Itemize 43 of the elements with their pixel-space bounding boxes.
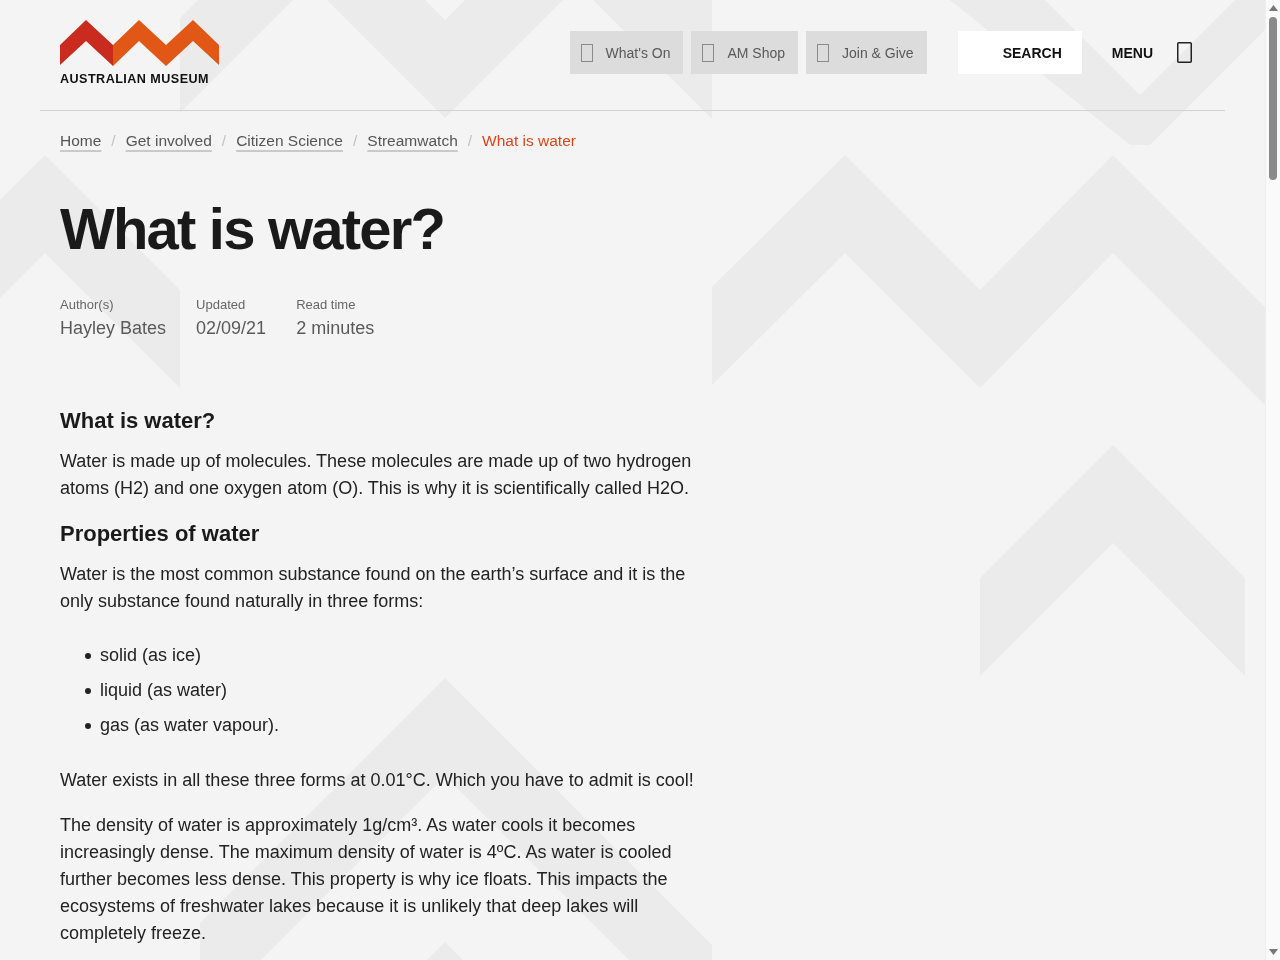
- list-item-text: gas (as water vapour).: [100, 714, 280, 737]
- bullet-icon: [85, 687, 91, 694]
- menu-button[interactable]: MENU: [1081, 31, 1192, 74]
- breadcrumb-link[interactable]: Get involved: [125, 129, 212, 153]
- breadcrumb-separator: /: [111, 131, 116, 151]
- breadcrumb-link[interactable]: Streamwatch: [367, 129, 458, 153]
- square-outline-icon: [817, 43, 830, 62]
- meta-value: Hayley Bates: [60, 317, 167, 340]
- breadcrumb-link[interactable]: Citizen Science: [236, 129, 343, 153]
- scrollbar[interactable]: [1265, 0, 1280, 960]
- meta-value: 2 minutes: [296, 317, 375, 340]
- body-paragraph: The density of water is approximately 1g/cm³. As water cools it becomes increasingly dense. The maximum density of water is 4ºC. As water is cooled further becomes less dense. This property is why ice floats. This impacts the ecosystems of freshwater lakes because it is unlikely that deep lakes will completely freeze.: [60, 814, 673, 945]
- bullet-icon: [85, 652, 91, 659]
- section-heading: Properties of water: [60, 520, 261, 548]
- scrollbar-thumb[interactable]: [1269, 17, 1277, 180]
- page-title: What is water?: [60, 197, 446, 261]
- square-outline-icon: [580, 43, 593, 62]
- nav-link-button[interactable]: AM Shop: [691, 31, 799, 74]
- body-paragraph: Water is made up of molecules. These molecules are made up of two hydrogen atoms (H2) and one oxygen atom (O). This is why it is scientifically called H2O.: [60, 450, 693, 500]
- breadcrumb-current[interactable]: What is water: [482, 129, 576, 153]
- body-paragraph: Water exists in all these three forms at 0.01°C. Which you have to admit is cool!: [60, 769, 695, 792]
- logo-wordmark[interactable]: AUSTRALIAN MUSEUM: [60, 72, 220, 87]
- meta-label: Updated: [196, 296, 247, 314]
- search-button[interactable]: SEARCH: [957, 31, 1082, 74]
- body-paragraph: Water is the most common substance found on the earth’s surface and it is the only substance found naturally in three forms:: [60, 563, 687, 613]
- meta-value: 02/09/21: [196, 317, 267, 340]
- nav-link-button[interactable]: What's On: [569, 31, 684, 74]
- zigzag-logo-icon[interactable]: [60, 20, 220, 66]
- list-item-text: solid (as ice): [100, 644, 202, 667]
- nav-link-button[interactable]: Join & Give: [806, 31, 927, 74]
- list-item-text: liquid (as water): [100, 679, 228, 702]
- scroll-down-arrow-icon[interactable]: [1268, 949, 1278, 955]
- breadcrumb-link[interactable]: Home: [60, 129, 102, 153]
- breadcrumb-separator: /: [353, 131, 358, 151]
- breadcrumb-separator: /: [467, 131, 473, 151]
- scroll-up-arrow-icon[interactable]: [1268, 5, 1278, 11]
- meta-label: Read time: [296, 296, 357, 314]
- bullet-icon: [85, 722, 91, 729]
- square-outline-icon: [702, 43, 715, 62]
- section-heading: What is water?: [60, 407, 217, 435]
- breadcrumb-separator: /: [221, 131, 227, 151]
- meta-label: Author(s): [60, 296, 115, 314]
- rectangle-outline-icon: [1177, 42, 1192, 63]
